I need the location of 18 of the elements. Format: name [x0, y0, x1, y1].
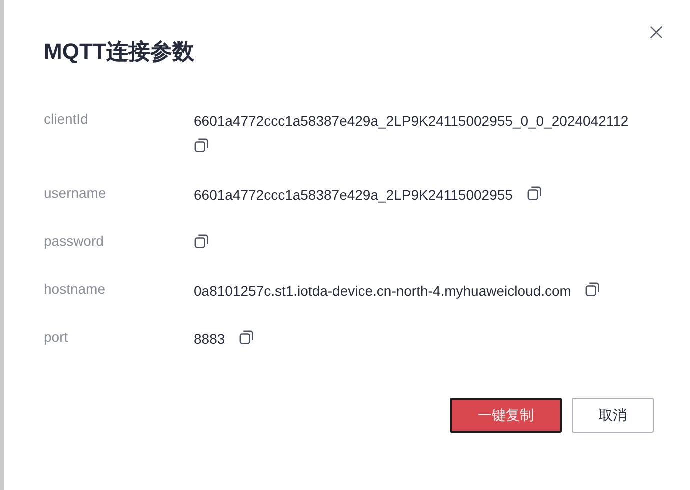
field-value: 6601a4772ccc1a58387e429a_2LP9K24115002955	[194, 187, 513, 203]
field-label: username	[44, 184, 108, 203]
cancel-button[interactable]: 取消	[572, 398, 654, 433]
field-value: 8883	[194, 331, 226, 347]
copy-icon[interactable]	[585, 282, 600, 297]
field-value: 6601a4772ccc1a58387e429a_2LP9K24115002955_0_0_2024042112	[194, 113, 629, 129]
dialog-title: MQTT连接参数	[44, 38, 196, 66]
copy-icon[interactable]	[194, 138, 209, 153]
field-label: hostname	[44, 280, 106, 299]
copy-icon[interactable]	[526, 186, 542, 201]
field-value: 0a8101257c.st1.iotda-device.cn-north-4.myhuaweicloud.com	[194, 283, 572, 299]
close-icon[interactable]	[650, 26, 663, 39]
field-label: clientId	[44, 110, 90, 129]
copy-icon[interactable]	[194, 234, 209, 249]
field-label: port	[44, 328, 70, 347]
copy-all-button[interactable]: 一键复制	[450, 398, 562, 433]
copy-icon[interactable]	[239, 330, 254, 345]
field-label: password	[44, 232, 105, 251]
